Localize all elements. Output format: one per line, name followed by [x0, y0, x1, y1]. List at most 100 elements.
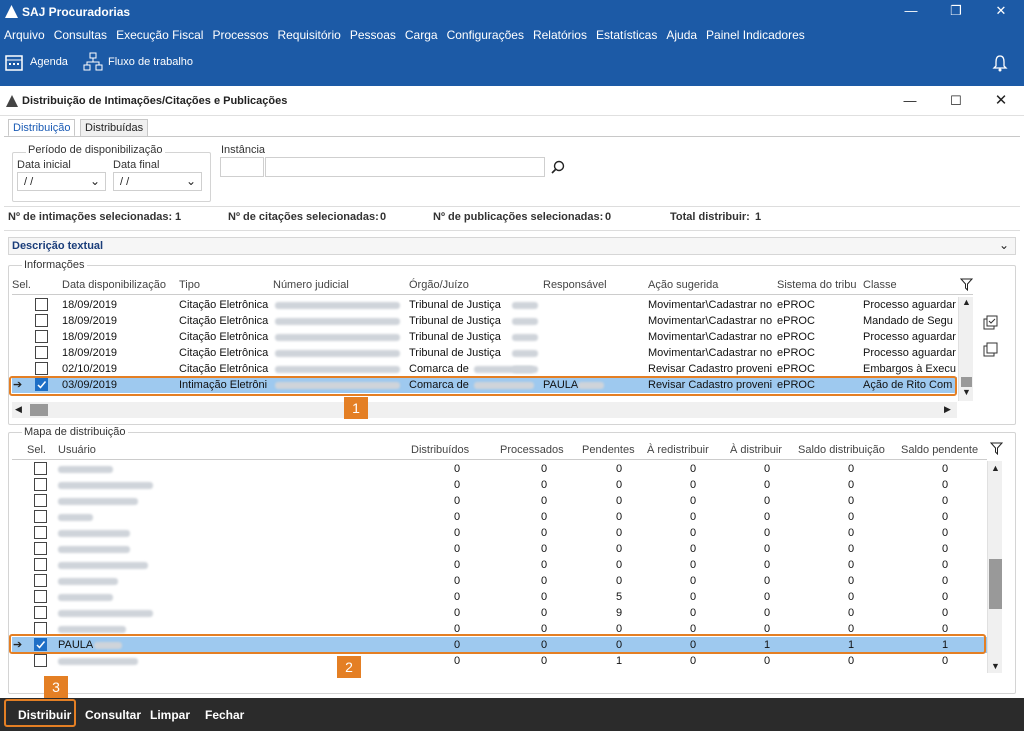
menu-item[interactable]: Ajuda	[666, 28, 697, 42]
column-header[interactable]: Sistema do tribu	[777, 279, 856, 291]
distribuir-button[interactable]: Distribuir	[18, 708, 71, 722]
row-checkbox[interactable]	[34, 510, 47, 523]
row-checkbox[interactable]	[34, 558, 47, 571]
table-row[interactable]: 0 0 0 0 0 0 0	[12, 461, 987, 477]
data-inicial-field[interactable]: / / ⌄	[17, 172, 106, 191]
menu-item[interactable]: Processos	[212, 28, 268, 42]
menu-item[interactable]: Configurações	[447, 28, 524, 42]
chevron-left-icon[interactable]: ◀	[15, 404, 22, 415]
column-header[interactable]: Pendentes	[582, 444, 635, 456]
data-final-field[interactable]: / / ⌄	[113, 172, 202, 191]
fechar-button[interactable]: Fechar	[205, 708, 244, 722]
table-row[interactable]: 0 0 0 0 0 0 0	[12, 493, 987, 509]
bell-icon[interactable]	[992, 54, 1008, 72]
window-maximize-icon[interactable]: ☐	[946, 94, 966, 108]
row-checkbox[interactable]	[34, 478, 47, 491]
window-close-icon[interactable]: ✕	[991, 93, 1011, 108]
table-row[interactable]: 0 0 1 0 0 0 0	[12, 653, 987, 669]
restore-icon[interactable]: ❐	[946, 4, 966, 18]
informacoes-hscroll[interactable]: ◀ ▶	[12, 402, 957, 418]
select-all-icon[interactable]	[983, 315, 999, 331]
column-header[interactable]: Distribuídos	[411, 444, 469, 456]
chevron-down-icon[interactable]: ▼	[962, 387, 971, 397]
search-icon[interactable]	[551, 160, 565, 174]
table-row[interactable]: 0 0 0 0 0 0 0	[12, 573, 987, 589]
menu-item[interactable]: Consultas	[54, 28, 107, 42]
filter-icon[interactable]	[990, 442, 1003, 455]
column-header[interactable]: Sel.	[27, 444, 46, 456]
menu-item[interactable]: Carga	[405, 28, 438, 42]
row-checkbox[interactable]	[35, 330, 48, 343]
chevron-down-icon[interactable]: ▼	[991, 661, 1000, 671]
row-checkbox[interactable]	[34, 574, 47, 587]
table-row[interactable]: 0 0 0 0 0 0 0	[12, 477, 987, 493]
column-header[interactable]: Saldo pendente	[901, 444, 978, 456]
mapa-vscroll[interactable]: ▲ ▼	[987, 461, 1002, 673]
minimize-icon[interactable]: —	[901, 4, 921, 18]
agenda-button[interactable]: Agenda	[30, 56, 68, 68]
row-checkbox[interactable]	[35, 346, 48, 359]
table-row[interactable]: 18/09/2019 Citação Eletrônica Tribunal de …	[12, 329, 957, 345]
column-header[interactable]: Responsável	[543, 279, 607, 291]
chevron-up-icon[interactable]: ▲	[962, 297, 971, 307]
column-header[interactable]: À redistribuir	[647, 444, 709, 456]
row-checkbox[interactable]	[34, 494, 47, 507]
column-header[interactable]: Data disponibilização	[62, 279, 166, 291]
instancia-code-field[interactable]	[220, 157, 264, 177]
window-minimize-icon[interactable]: —	[900, 94, 920, 108]
row-checkbox[interactable]	[34, 462, 47, 475]
tab-distribuicao[interactable]: Distribuição	[8, 119, 76, 137]
instancia-name-field[interactable]	[265, 157, 545, 177]
column-header[interactable]: Tipo	[179, 279, 200, 291]
menu-item[interactable]: Arquivo	[4, 28, 45, 42]
column-header[interactable]: Órgão/Juízo	[409, 279, 469, 291]
row-checkbox[interactable]	[34, 542, 47, 555]
menu-item[interactable]: Painel Indicadores	[706, 28, 805, 42]
table-row[interactable]: 0 0 0 0 0 0 0	[12, 525, 987, 541]
column-header[interactable]: Número judicial	[273, 279, 349, 291]
row-checkbox[interactable]	[34, 606, 47, 619]
column-header[interactable]: Processados	[500, 444, 564, 456]
table-row[interactable]: 0 0 0 0 0 0 0	[12, 541, 987, 557]
row-checkbox[interactable]	[35, 362, 48, 375]
tab-distribuidas[interactable]: Distribuídas	[80, 119, 149, 137]
close-icon[interactable]: ✕	[991, 4, 1011, 18]
menu-item[interactable]: Estatísticas	[596, 28, 657, 42]
table-row[interactable]: 0 0 0 0 0 0 0	[12, 509, 987, 525]
fluxo-button[interactable]: Fluxo de trabalho	[108, 56, 193, 68]
row-checkbox[interactable]	[34, 654, 47, 667]
table-row[interactable]: 18/09/2019 Citação Eletrônica Tribunal de …	[12, 297, 957, 313]
table-row[interactable]: 0 0 9 0 0 0 0	[12, 605, 987, 621]
menu-item[interactable]: Pessoas	[350, 28, 396, 42]
filter-icon[interactable]	[960, 278, 973, 291]
row-checkbox[interactable]	[35, 314, 48, 327]
chevron-down-icon[interactable]: ⌄	[90, 174, 100, 188]
column-header[interactable]: Sel.	[12, 279, 31, 291]
row-checkbox[interactable]	[35, 298, 48, 311]
column-header[interactable]: Saldo distribuição	[798, 444, 885, 456]
table-row[interactable]: 02/10/2019 Citação Eletrônica Comarca de Re…	[12, 361, 957, 377]
workflow-icon[interactable]	[83, 52, 103, 72]
menu-item[interactable]: Execução Fiscal	[116, 28, 203, 42]
table-row[interactable]: 0 0 0 0 0 0 0	[12, 557, 987, 573]
descricao-panel[interactable]: Descrição textual ⌄	[8, 237, 1016, 255]
column-header[interactable]: Usuário	[58, 444, 96, 456]
row-checkbox[interactable]	[34, 590, 47, 603]
column-header[interactable]: Ação sugerida	[648, 279, 718, 291]
chevron-down-icon[interactable]: ⌄	[999, 238, 1009, 252]
table-row[interactable]: 18/09/2019 Citação Eletrônica Tribunal de …	[12, 345, 957, 361]
row-checkbox[interactable]	[34, 526, 47, 539]
limpar-button[interactable]: Limpar	[150, 708, 190, 722]
chevron-down-icon[interactable]: ⌄	[186, 174, 196, 188]
column-header[interactable]: À distribuir	[730, 444, 782, 456]
deselect-all-icon[interactable]	[983, 342, 999, 358]
chevron-right-icon[interactable]: ▶	[944, 404, 951, 415]
chevron-up-icon[interactable]: ▲	[991, 463, 1000, 473]
calendar-icon[interactable]	[5, 53, 23, 71]
table-row[interactable]: 18/09/2019 Citação Eletrônica Tribunal de …	[12, 313, 957, 329]
table-row[interactable]: 0 0 5 0 0 0 0	[12, 589, 987, 605]
menu-item[interactable]: Relatórios	[533, 28, 587, 42]
menu-item[interactable]: Requisitório	[277, 28, 340, 42]
consultar-button[interactable]: Consultar	[85, 708, 141, 722]
column-header[interactable]: Classe	[863, 279, 897, 291]
